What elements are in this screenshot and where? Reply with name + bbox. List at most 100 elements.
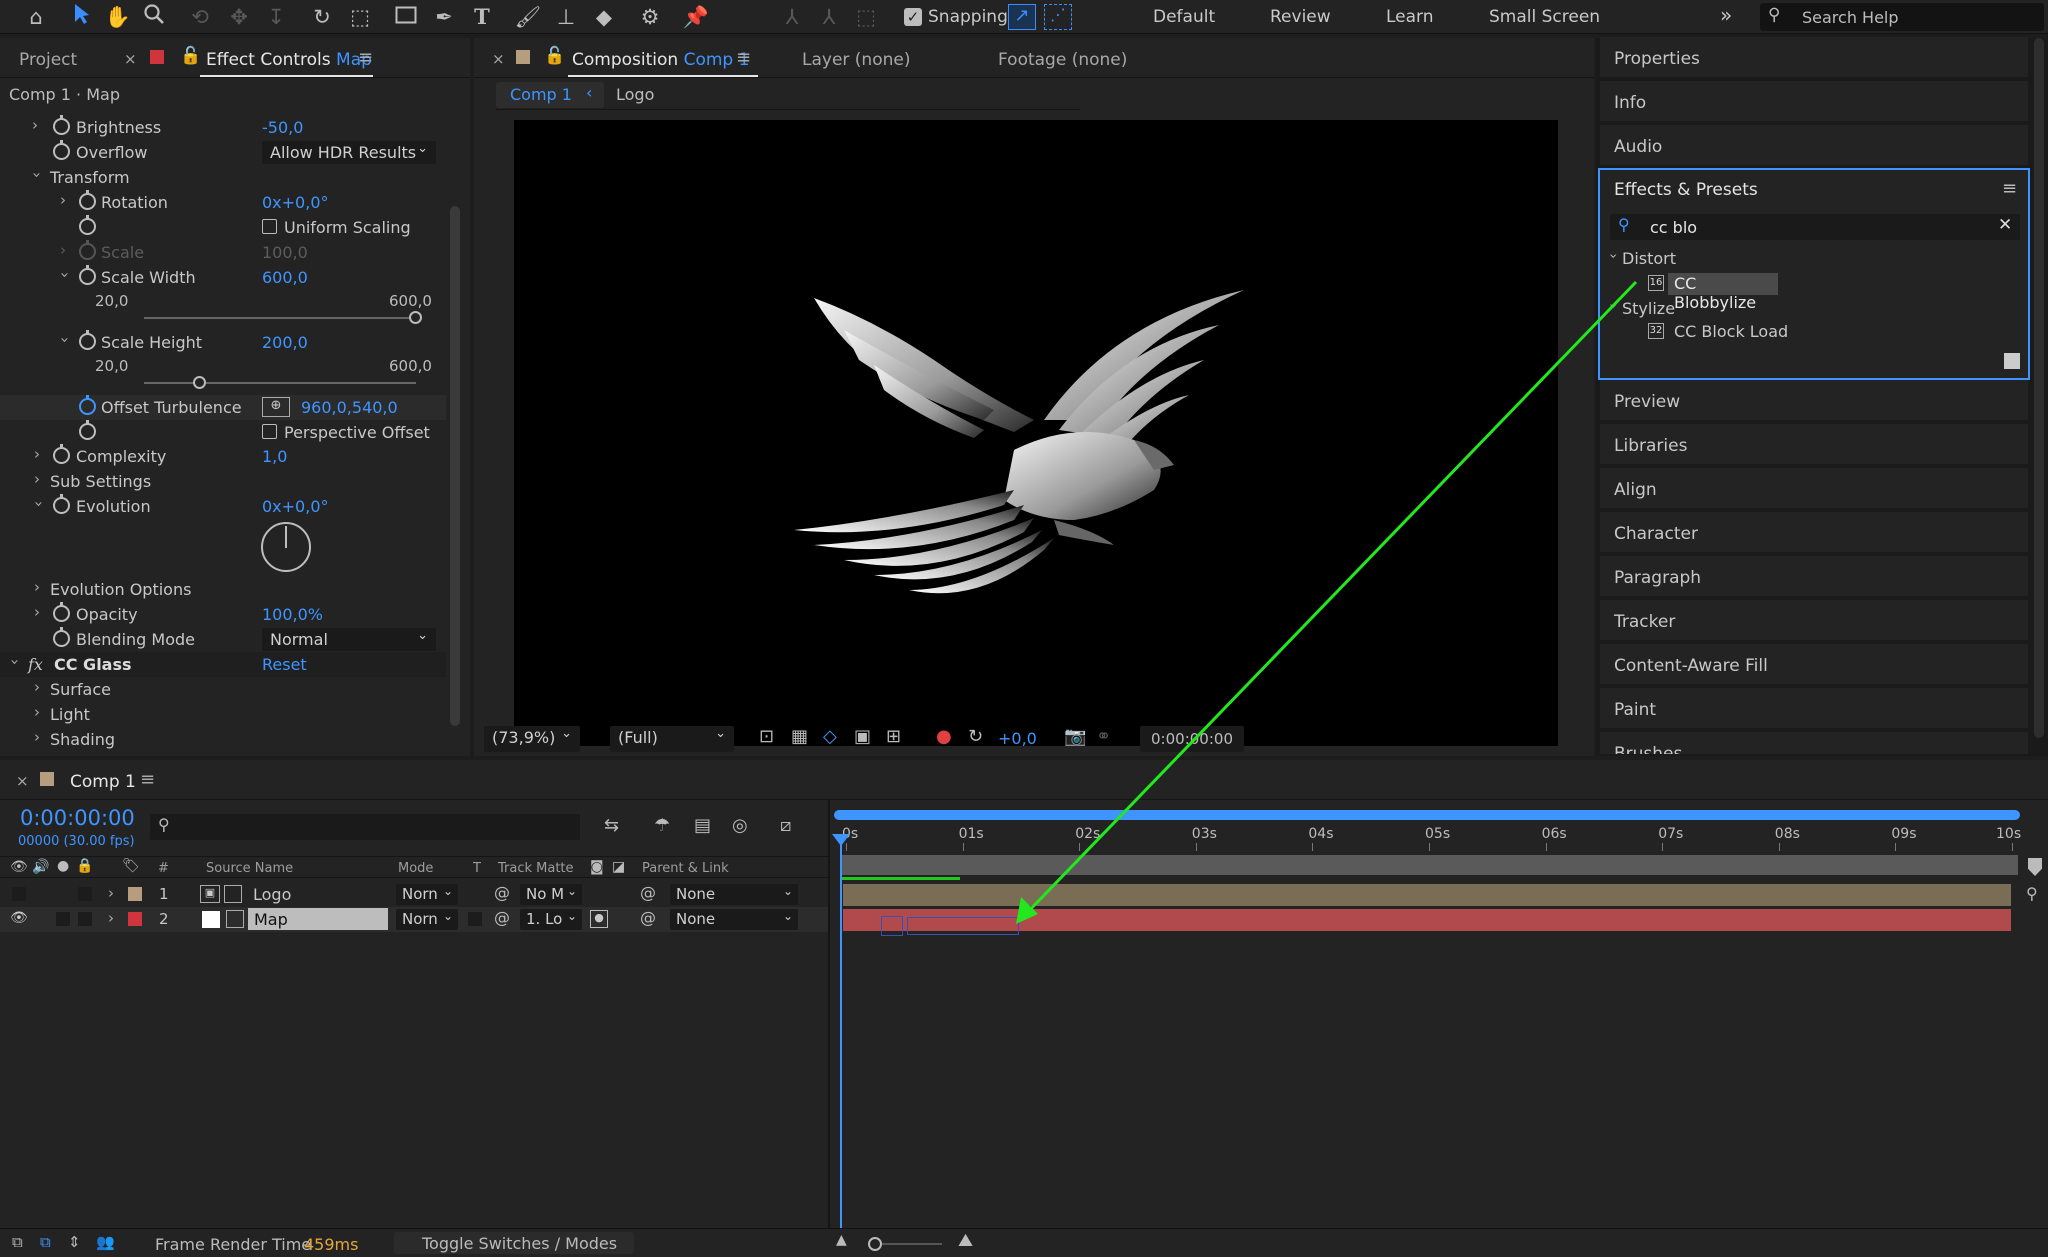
stopwatch-icon[interactable] [79,265,96,285]
track-matte-dropdown[interactable]: 1. Lo ⌄ [520,909,582,930]
snapshot-region-icon[interactable]: ⊡ [759,726,774,747]
zoom-out-icon[interactable]: ▲ [836,1232,847,1248]
audio-panel-header[interactable]: Audio [1600,125,2028,167]
expand-chevron-icon[interactable]: › [56,272,74,278]
expand-chevron-icon[interactable]: › [28,172,46,178]
scale-width-slider[interactable] [144,317,416,319]
color-management-icon[interactable]: ↻ [968,726,983,747]
type-tool-icon[interactable]: T [468,3,496,31]
more-workspaces-icon[interactable]: » [1720,3,1732,27]
panel-menu-icon[interactable]: ≡ [736,47,751,68]
region-of-interest-icon[interactable]: ▣ [854,726,871,747]
scale-height-slider[interactable] [144,382,416,384]
paragraph-panel-header[interactable]: Paragraph [1600,556,2028,598]
layer-row-map[interactable]: 👁 › 2 Map Norn ⌄ @ 1. Lo ⌄ ● @ None ⌄ [0,907,828,932]
lock-icon[interactable]: 🔒 [76,858,93,874]
stopwatch-icon[interactable] [79,420,96,440]
grid-guides-icon[interactable]: ⊞ [886,726,901,747]
layer-name-field[interactable]: Map [248,908,388,930]
camera-snapshot-icon[interactable]: 📷 [1064,726,1086,747]
content-aware-fill-panel-header[interactable]: Content-Aware Fill [1600,644,2028,686]
right-scrollbar[interactable] [2034,38,2044,738]
overflow-dropdown[interactable]: Allow HDR Results ⌄ [262,141,436,164]
playhead-handle-icon[interactable] [832,834,850,846]
dolly-camera-icon[interactable]: ↧ [262,3,290,31]
expand-chevron-icon[interactable]: › [34,728,40,746]
workspace-learn[interactable]: Learn [1386,7,1434,27]
comment-marker-icon[interactable]: ⚲ [2026,884,2038,903]
axis-local-icon[interactable]: ⅄ [778,3,806,31]
scale-height-value[interactable]: 200,0 [262,333,308,352]
tracker-panel-header[interactable]: Tracker [1600,600,2028,642]
category-stylize[interactable]: › Stylize [1600,296,2028,321]
libraries-panel-header[interactable]: Libraries [1600,424,2028,466]
zoom-in-icon[interactable]: ⛰ [958,1230,973,1251]
parent-pickwhip-icon[interactable]: @ [640,883,656,902]
zoom-dropdown[interactable]: (73,9%) ⌄ [484,726,580,752]
close-icon[interactable]: × [492,50,505,68]
viewer-timecode[interactable]: 0:00:00:00 [1140,726,1244,752]
zoom-tool-icon[interactable] [140,3,168,31]
stopwatch-icon[interactable] [53,627,70,647]
parent-dropdown[interactable]: None ⌄ [670,909,798,930]
axis-world-icon[interactable]: ⅄ [815,3,843,31]
clone-stamp-icon[interactable]: ⊥ [552,3,580,31]
expand-chevron-icon[interactable]: › [108,909,114,927]
layer-bar-logo[interactable] [843,884,2011,906]
expand-chevron-icon[interactable]: › [34,678,40,696]
scale-height-slider-knob[interactable] [193,376,207,389]
offset-turbulence-value[interactable]: 960,0,540,0 [301,398,398,417]
video-toggle[interactable] [12,887,26,901]
layer-label-color[interactable] [128,912,142,926]
header-source-name[interactable]: Source Name [206,861,293,876]
video-toggle-icon[interactable]: 👁 [10,859,28,875]
frame-blending-icon[interactable]: ▤ [694,815,711,836]
layer-mode-dropdown[interactable]: Norn ⌄ [396,909,458,930]
rectangle-tool-icon[interactable] [392,3,420,31]
expand-chevron-icon[interactable]: › [60,191,66,209]
expand-chevron-icon[interactable]: › [34,470,40,488]
pan-camera-icon[interactable]: ✥ [225,3,253,31]
expand-chevron-icon[interactable]: › [34,445,40,463]
lock-icon[interactable]: 🔓 [544,46,565,66]
crumb-comp1[interactable]: Comp 1 ‹ [496,82,604,108]
solo-icon[interactable]: ● [57,858,69,874]
eraser-icon[interactable]: ◆ [590,3,618,31]
tab-comp1-timeline[interactable]: Comp 1 [70,772,136,792]
layer-label-color[interactable] [128,887,142,901]
preview-panel-header[interactable]: Preview [1600,380,2028,422]
stopwatch-icon[interactable] [79,190,96,210]
opacity-value[interactable]: 100,0% [262,605,323,624]
audio-toggle-icon[interactable]: 🔊 [32,859,49,875]
roto-brush-icon[interactable]: ⚙ [636,3,664,31]
stopwatch-icon[interactable] [53,115,70,135]
tab-composition[interactable]: Composition Comp 1 [572,50,749,70]
clear-search-icon[interactable]: ✕ [1998,215,2012,235]
perspective-offset-checkbox[interactable] [262,424,277,439]
expand-chevron-icon[interactable]: › [108,884,114,902]
layer-mode-dropdown[interactable]: Norn ⌄ [396,884,458,905]
solo-toggle[interactable] [56,912,70,926]
mask-path-visibility-icon[interactable]: ◇ [823,726,837,747]
panel-menu-icon[interactable]: ≡ [2002,178,2017,199]
stopwatch-icon[interactable] [79,395,96,415]
pan-behind-tool-icon[interactable]: ⬚ [346,3,374,31]
brightness-value[interactable]: -50,0 [262,118,303,137]
stopwatch-icon[interactable] [53,140,70,160]
resolution-dropdown[interactable]: (Full) ⌄ [610,726,734,752]
eye-icon[interactable]: 👁 [10,910,28,926]
new-preset-icon[interactable] [2004,353,2020,369]
lock-toggle[interactable] [78,912,92,926]
scale-width-slider-knob[interactable] [409,311,422,324]
tab-footage[interactable]: Footage (none) [998,50,1127,70]
lock-icon[interactable]: 🔓 [180,46,201,66]
align-panel-header[interactable]: Align [1600,468,2028,510]
timeline-search-input[interactable]: ⚲ [150,814,580,840]
fx-icon[interactable]: fx [28,655,43,674]
expand-chevron-icon[interactable]: › [34,578,40,596]
stopwatch-icon[interactable] [79,215,96,235]
blending-mode-dropdown[interactable]: Normal ⌄ [262,628,436,651]
workspace-review[interactable]: Review [1270,7,1331,27]
expand-chevron-icon[interactable]: › [34,603,40,621]
brushes-panel-header[interactable]: Brushes [1600,732,2028,756]
